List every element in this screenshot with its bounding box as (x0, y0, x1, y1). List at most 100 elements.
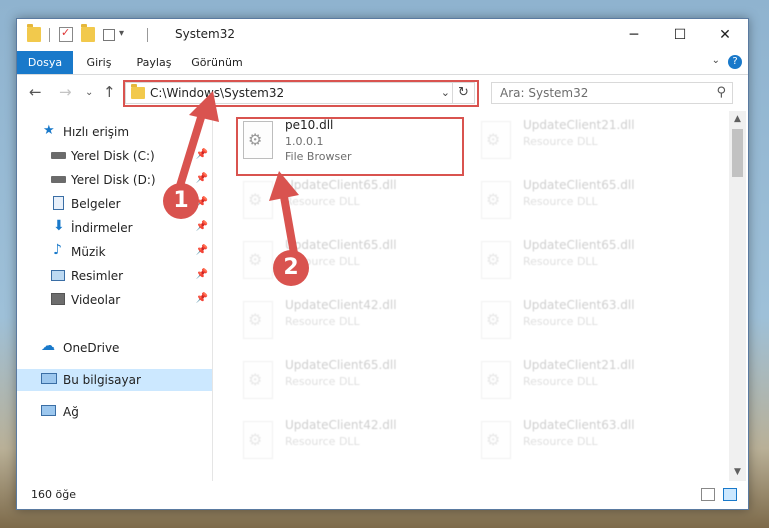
help-icon[interactable]: ? (728, 55, 742, 69)
cloud-icon: ☁ (41, 338, 55, 354)
back-arrow-icon[interactable]: ← (29, 83, 42, 101)
pin-icon[interactable]: 📌 (196, 149, 208, 160)
sidebar-item-downloads[interactable]: ⬇ İndirmeler 📌 (17, 217, 212, 239)
customize-quick-access-icon[interactable] (103, 29, 115, 41)
dll-file-icon (243, 301, 273, 339)
download-icon: ⬇ (53, 218, 65, 234)
file-item[interactable]: UpdateClient65.dll Resource DLL (237, 234, 467, 290)
sidebar-item-label: Ağ (63, 405, 79, 419)
sidebar-item-quick-access[interactable]: ★ Hızlı erişim (17, 121, 212, 143)
file-name: UpdateClient42.dll (285, 298, 397, 312)
dll-file-icon (243, 241, 273, 279)
file-type: Resource DLL (523, 375, 598, 388)
document-icon (53, 196, 64, 210)
pin-icon[interactable]: 📌 (196, 245, 208, 256)
file-type: Resource DLL (523, 195, 598, 208)
file-type: Resource DLL (523, 435, 598, 448)
scrollbar-thumb[interactable] (732, 129, 743, 177)
file-item[interactable]: UpdateClient63.dll Resource DLL (475, 414, 705, 470)
tab-giris[interactable]: Giriş (77, 51, 121, 74)
file-item[interactable]: UpdateClient65.dll Resource DLL (475, 174, 705, 230)
status-bar: 160 öğe (17, 483, 748, 507)
file-name: UpdateClient21.dll (523, 118, 635, 132)
file-type: Resource DLL (285, 375, 360, 388)
search-input[interactable]: Ara: System32 (500, 86, 588, 100)
minimize-button[interactable]: ─ (611, 19, 657, 51)
sidebar-item-label: Yerel Disk (C:) (71, 149, 155, 163)
file-name: UpdateClient63.dll (523, 298, 635, 312)
file-name: UpdateClient65.dll (523, 238, 635, 252)
separator (49, 28, 50, 42)
step-2-callout: 2 (273, 250, 309, 286)
dll-file-icon (481, 301, 511, 339)
forward-arrow-icon[interactable]: → (59, 83, 72, 101)
sidebar-item-local-disk-c[interactable]: Yerel Disk (C:) 📌 (17, 145, 212, 167)
sidebar-item-pictures[interactable]: Resimler 📌 (17, 265, 212, 287)
folder-icon (27, 24, 41, 42)
sidebar-item-label: İndirmeler (71, 221, 133, 235)
pin-icon[interactable]: 📌 (196, 173, 208, 184)
drive-icon (51, 152, 66, 159)
vertical-scrollbar[interactable]: ▲ ▼ (729, 111, 746, 481)
file-name: UpdateClient65.dll (285, 358, 397, 372)
dll-file-icon (481, 421, 511, 459)
sidebar-item-label: OneDrive (63, 341, 120, 355)
file-name: UpdateClient65.dll (285, 178, 397, 192)
file-name: UpdateClient65.dll (523, 178, 635, 192)
recent-locations-icon[interactable]: ⌄ (85, 87, 93, 98)
pin-icon[interactable]: 📌 (196, 293, 208, 304)
dll-file-icon (243, 361, 273, 399)
file-item[interactable]: UpdateClient65.dll Resource DLL (475, 234, 705, 290)
search-box[interactable]: Ara: System32 ⚲ (491, 82, 733, 104)
navigation-pane: ★ Hızlı erişim Yerel Disk (C:) 📌 Yerel D… (17, 111, 213, 481)
file-item[interactable]: UpdateClient42.dll Resource DLL (237, 294, 467, 350)
expand-ribbon-icon[interactable]: ⌄ (712, 55, 720, 66)
tiles-view-icon[interactable] (723, 488, 737, 501)
sidebar-item-music[interactable]: ♪ Müzik 📌 (17, 241, 212, 263)
tab-gorunum[interactable]: Görünüm (187, 51, 247, 74)
sidebar-item-label: Yerel Disk (D:) (71, 173, 156, 187)
file-item[interactable]: UpdateClient42.dll Resource DLL (237, 414, 467, 470)
new-folder-icon[interactable] (81, 24, 95, 42)
close-button[interactable]: ✕ (702, 19, 748, 51)
file-name: UpdateClient63.dll (523, 418, 635, 432)
tab-paylas[interactable]: Paylaş (129, 51, 179, 74)
properties-icon[interactable] (59, 26, 73, 42)
file-item[interactable]: UpdateClient63.dll Resource DLL (475, 294, 705, 350)
title-bar: ▾ System32 ─ ☐ ✕ (17, 19, 748, 51)
pin-icon[interactable]: 📌 (196, 221, 208, 232)
up-arrow-icon[interactable]: ↑ (103, 83, 116, 101)
scroll-up-icon[interactable]: ▲ (729, 111, 746, 128)
maximize-button[interactable]: ☐ (657, 19, 703, 51)
sidebar-item-label: Hızlı erişim (63, 125, 130, 139)
sidebar-item-onedrive[interactable]: ☁ OneDrive (17, 337, 212, 359)
navigation-bar: ← → ⌄ ↑ C:\Windows\System32 ⌄ ↻ Ara: Sys… (17, 75, 748, 111)
sidebar-item-network[interactable]: Ağ (17, 401, 212, 423)
dll-file-icon (243, 421, 273, 459)
file-name: UpdateClient21.dll (523, 358, 635, 372)
file-type: Resource DLL (523, 315, 598, 328)
quick-access-dropdown-icon[interactable]: ▾ (119, 28, 124, 39)
file-type: Resource DLL (285, 435, 360, 448)
sidebar-item-label: Müzik (71, 245, 106, 259)
dll-file-icon (481, 181, 511, 219)
dll-file-icon (481, 241, 511, 279)
sidebar-item-videos[interactable]: Videolar 📌 (17, 289, 212, 311)
file-item[interactable]: UpdateClient21.dll Resource DLL (475, 114, 705, 170)
sidebar-item-label: Resimler (71, 269, 124, 283)
dll-file-icon (243, 181, 273, 219)
pin-icon[interactable]: 📌 (196, 269, 208, 280)
sidebar-item-this-pc[interactable]: Bu bilgisayar (17, 369, 212, 391)
scroll-down-icon[interactable]: ▼ (729, 464, 746, 481)
file-type: Resource DLL (523, 255, 598, 268)
address-bar-highlight (123, 80, 479, 107)
tab-dosya[interactable]: Dosya (17, 51, 73, 74)
details-view-icon[interactable] (701, 488, 715, 501)
file-item[interactable]: UpdateClient65.dll Resource DLL (237, 354, 467, 410)
item-count: 160 öğe (31, 488, 76, 501)
file-item[interactable]: UpdateClient21.dll Resource DLL (475, 354, 705, 410)
sidebar-item-label: Belgeler (71, 197, 121, 211)
search-icon[interactable]: ⚲ (716, 85, 726, 100)
file-item[interactable]: UpdateClient65.dll Resource DLL (237, 174, 467, 230)
separator (147, 28, 148, 42)
